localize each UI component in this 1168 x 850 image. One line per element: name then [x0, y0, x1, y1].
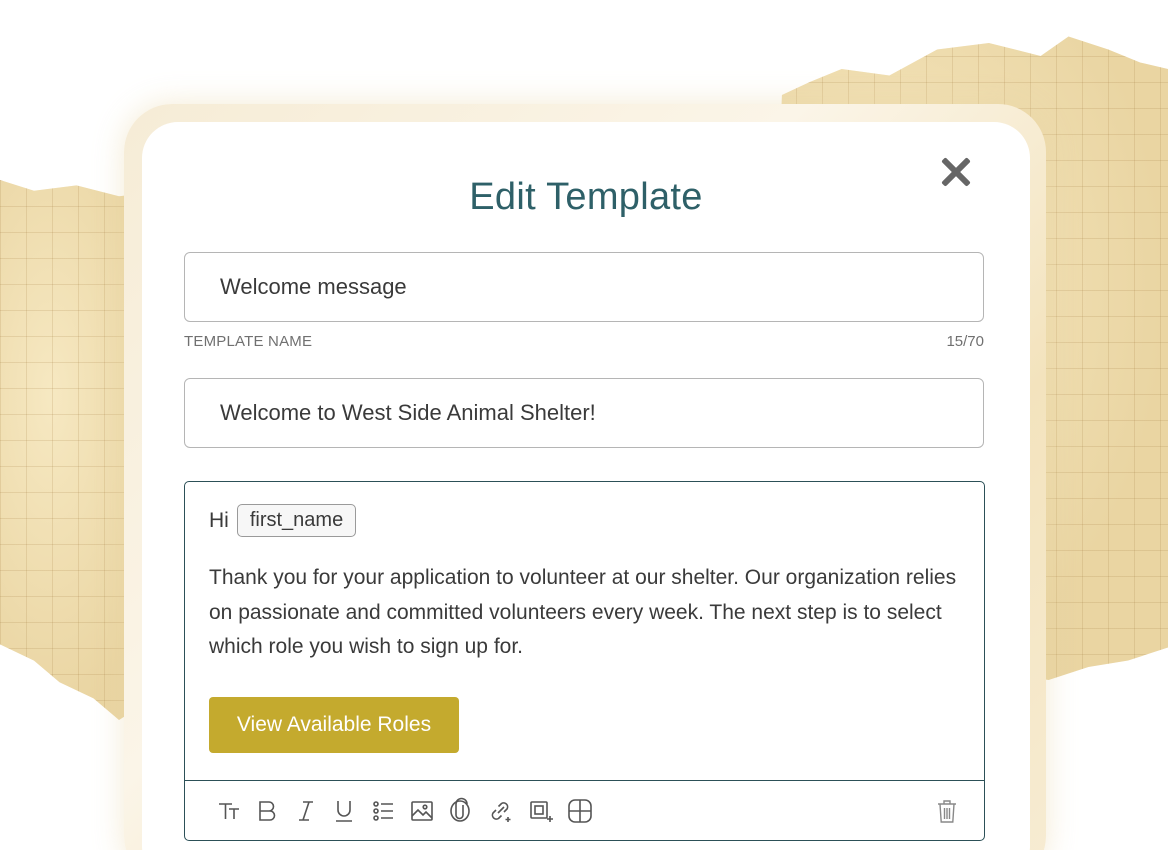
message-body[interactable]: Thank you for your application to volunt… [209, 561, 969, 665]
stage: Edit Template Welcome message TEMPLATE N… [0, 0, 1168, 850]
greeting-line: Hi first_name [209, 504, 357, 537]
bold-icon[interactable] [253, 797, 281, 825]
list-icon[interactable] [369, 797, 397, 825]
template-name-counter: 15/70 [946, 333, 984, 350]
view-available-roles-button[interactable]: View Available Roles [209, 697, 459, 753]
link-icon[interactable] [486, 797, 514, 825]
italic-icon[interactable] [292, 797, 320, 825]
underline-icon[interactable] [330, 797, 358, 825]
attachment-icon[interactable] [446, 797, 474, 825]
text-style-icon[interactable] [215, 797, 243, 825]
trash-icon[interactable] [933, 797, 961, 825]
table-icon[interactable] [566, 797, 594, 825]
subject-input[interactable]: Welcome to West Side Animal Shelter! [184, 378, 984, 448]
greeting-text: Hi [209, 508, 229, 532]
image-icon[interactable] [408, 797, 436, 825]
button-insert-icon[interactable] [527, 797, 555, 825]
template-name-input[interactable]: Welcome message [184, 252, 984, 322]
modal-title: Edit Template [469, 176, 703, 218]
variable-chip-first-name[interactable]: first_name [236, 504, 357, 537]
template-name-label: TEMPLATE NAME [184, 333, 313, 350]
